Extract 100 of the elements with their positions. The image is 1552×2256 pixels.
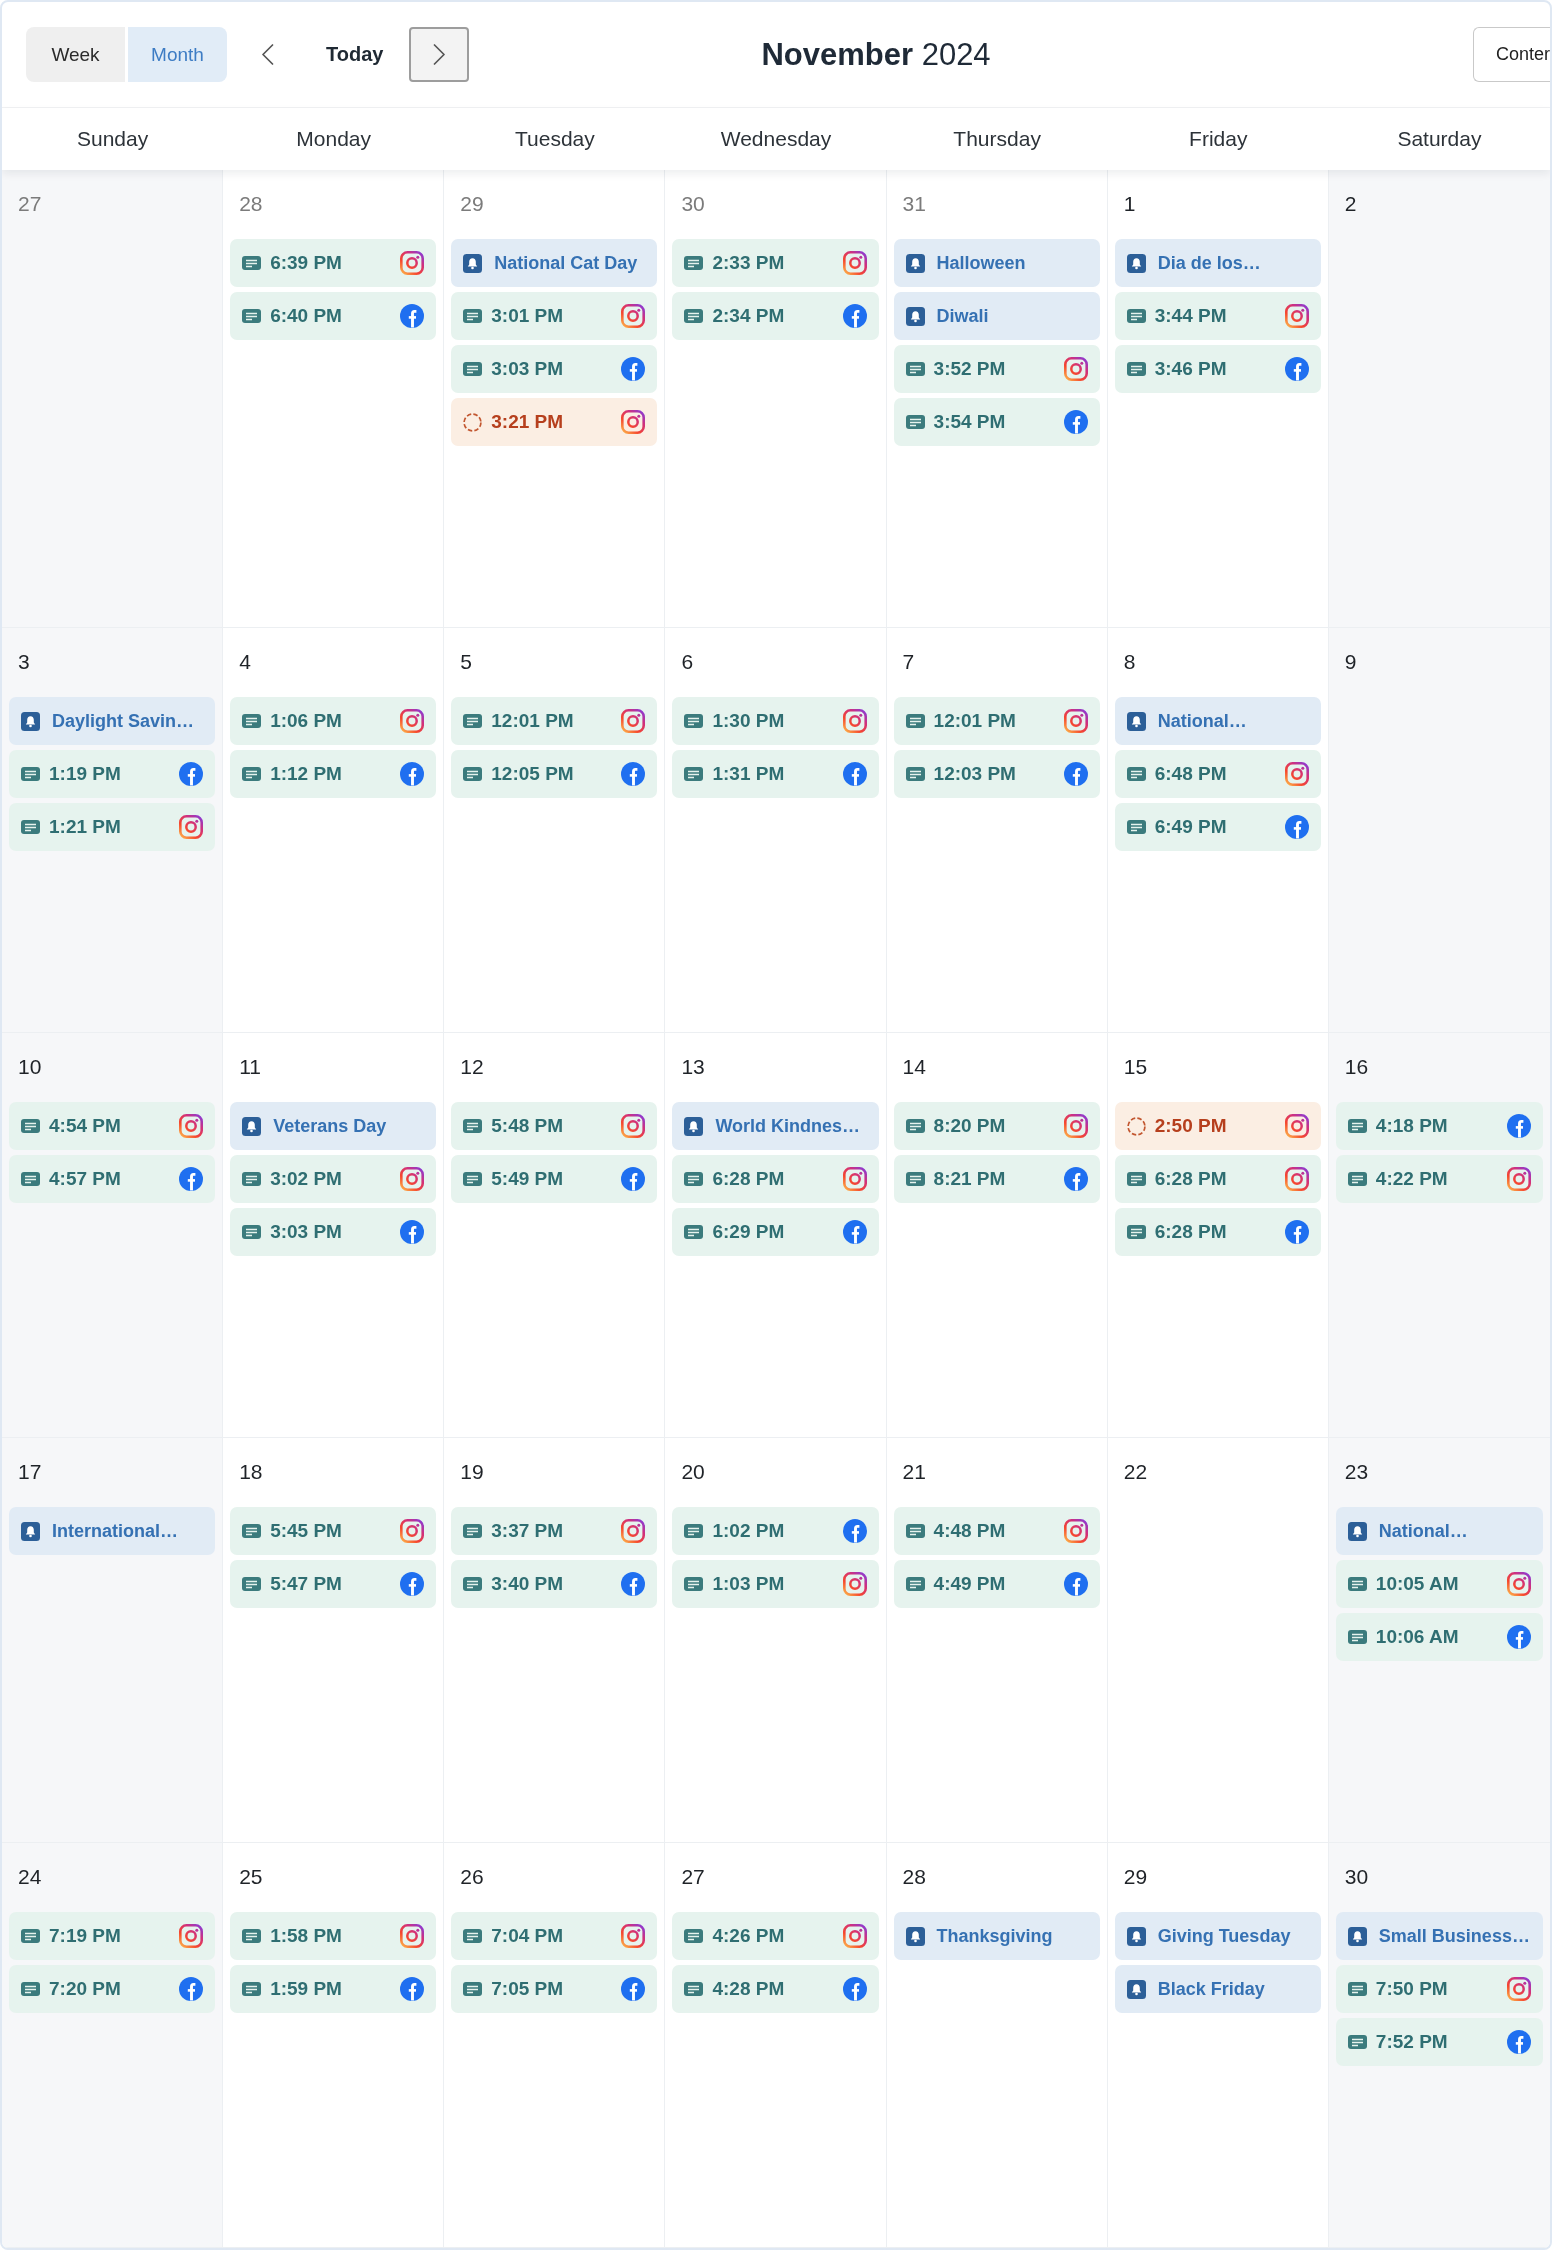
document-icon bbox=[242, 714, 262, 728]
instagram-icon bbox=[1507, 1572, 1531, 1596]
post-card[interactable]: 4:49 PM bbox=[893, 1560, 1100, 1608]
holiday-card[interactable]: International… bbox=[9, 1507, 216, 1555]
post-card[interactable]: 1:31 PM bbox=[672, 750, 879, 798]
toolbar-button[interactable]: Conter bbox=[1472, 27, 1550, 82]
post-card[interactable]: 3:54 PM bbox=[893, 398, 1100, 446]
post-card[interactable]: 2:34 PM bbox=[672, 292, 879, 340]
post-card[interactable]: 7:50 PM bbox=[1335, 1965, 1543, 2013]
post-card[interactable]: 1:58 PM bbox=[230, 1912, 437, 1960]
holiday-card[interactable]: Thanksgiving bbox=[893, 1912, 1100, 1960]
post-card[interactable]: 4:54 PM bbox=[9, 1102, 216, 1150]
today-button[interactable]: Today bbox=[306, 27, 404, 82]
post-card[interactable]: 3:40 PM bbox=[451, 1560, 658, 1608]
post-card[interactable]: 4:22 PM bbox=[1335, 1155, 1543, 1203]
holiday-card[interactable]: Dia de los… bbox=[1114, 239, 1321, 287]
post-card[interactable]: 1:06 PM bbox=[230, 697, 437, 745]
document-icon bbox=[905, 714, 925, 728]
holiday-card[interactable]: Black Friday bbox=[1114, 1965, 1321, 2013]
post-card[interactable]: 1:02 PM bbox=[672, 1507, 879, 1555]
facebook-icon bbox=[179, 1167, 204, 1191]
view-tab[interactable]: Month bbox=[128, 27, 227, 82]
holiday-card[interactable]: Small Business… bbox=[1335, 1912, 1543, 1960]
post-card[interactable]: 6:28 PM bbox=[1114, 1208, 1321, 1256]
post-card[interactable]: 4:57 PM bbox=[9, 1155, 216, 1203]
post-card[interactable]: 3:01 PM bbox=[451, 292, 658, 340]
post-card[interactable]: 12:01 PM bbox=[893, 697, 1100, 745]
bell-icon bbox=[905, 1926, 925, 1946]
post-card[interactable]: 12:03 PM bbox=[893, 750, 1100, 798]
next-button[interactable] bbox=[409, 27, 470, 82]
post-card[interactable]: 4:18 PM bbox=[1335, 1102, 1543, 1150]
document-icon bbox=[1126, 362, 1146, 376]
post-card[interactable]: 6:28 PM bbox=[672, 1155, 879, 1203]
post-card[interactable]: 1:21 PM bbox=[9, 803, 216, 851]
post-card[interactable]: 5:47 PM bbox=[230, 1560, 437, 1608]
facebook-icon bbox=[1507, 1114, 1531, 1138]
document-icon bbox=[463, 362, 483, 376]
post-card[interactable]: 3:03 PM bbox=[451, 345, 658, 393]
post-card[interactable]: 1:12 PM bbox=[230, 750, 437, 798]
bell-icon bbox=[21, 711, 40, 731]
holiday-card[interactable]: National Cat Day bbox=[451, 239, 658, 287]
holiday-card[interactable]: Diwali bbox=[893, 292, 1100, 340]
post-card[interactable]: 7:19 PM bbox=[9, 1912, 216, 1960]
post-card[interactable]: 6:49 PM bbox=[1114, 803, 1321, 851]
post-card[interactable]: 3:46 PM bbox=[1114, 345, 1321, 393]
post-card[interactable]: 3:02 PM bbox=[230, 1155, 437, 1203]
post-card[interactable]: 1:03 PM bbox=[672, 1560, 879, 1608]
post-card[interactable]: 4:48 PM bbox=[893, 1507, 1100, 1555]
instagram-icon bbox=[1063, 1519, 1088, 1543]
post-card[interactable]: 2:33 PM bbox=[672, 239, 879, 287]
post-card[interactable]: 10:05 AM bbox=[1335, 1560, 1543, 1608]
post-card[interactable]: 8:21 PM bbox=[893, 1155, 1100, 1203]
instagram-icon bbox=[842, 709, 867, 733]
holiday-card[interactable]: Giving Tuesday bbox=[1114, 1912, 1321, 1960]
document-icon bbox=[1347, 1172, 1367, 1186]
post-card[interactable]: 1:30 PM bbox=[672, 697, 879, 745]
holiday-card[interactable]: Halloween bbox=[893, 239, 1100, 287]
post-card[interactable]: 6:39 PM bbox=[230, 239, 437, 287]
post-card[interactable]: 3:03 PM bbox=[230, 1208, 437, 1256]
pending-post-card[interactable]: 3:21 PM bbox=[451, 398, 658, 446]
post-card[interactable]: 7:20 PM bbox=[9, 1965, 216, 2013]
holiday-card[interactable]: National… bbox=[1114, 697, 1321, 745]
document-icon bbox=[1126, 309, 1146, 323]
post-card[interactable]: 5:45 PM bbox=[230, 1507, 437, 1555]
post-card[interactable]: 7:05 PM bbox=[451, 1965, 658, 2013]
post-card[interactable]: 1:59 PM bbox=[230, 1965, 437, 2013]
post-card[interactable]: 4:28 PM bbox=[672, 1965, 879, 2013]
instagram-icon bbox=[400, 1519, 425, 1543]
date-number: 30 bbox=[681, 192, 705, 216]
post-card[interactable]: 6:29 PM bbox=[672, 1208, 879, 1256]
facebook-icon bbox=[842, 762, 867, 786]
holiday-card[interactable]: Daylight Savin… bbox=[9, 697, 216, 745]
post-card[interactable]: 12:05 PM bbox=[451, 750, 658, 798]
post-card[interactable]: 10:06 AM bbox=[1335, 1613, 1543, 1661]
holiday-card[interactable]: Veterans Day bbox=[230, 1102, 437, 1150]
date-number: 25 bbox=[239, 1865, 263, 1889]
post-card[interactable]: 6:40 PM bbox=[230, 292, 437, 340]
view-tab[interactable]: Week bbox=[26, 27, 125, 82]
holiday-card[interactable]: National… bbox=[1335, 1507, 1543, 1555]
post-card[interactable]: 4:26 PM bbox=[672, 1912, 879, 1960]
pending-post-card[interactable]: 2:50 PM bbox=[1114, 1102, 1321, 1150]
post-card[interactable]: 5:48 PM bbox=[451, 1102, 658, 1150]
post-card[interactable]: 1:19 PM bbox=[9, 750, 216, 798]
post-card[interactable]: 7:04 PM bbox=[451, 1912, 658, 1960]
post-card[interactable]: 6:28 PM bbox=[1114, 1155, 1321, 1203]
post-card[interactable]: 8:20 PM bbox=[893, 1102, 1100, 1150]
post-card[interactable]: 6:48 PM bbox=[1114, 750, 1321, 798]
date-number: 8 bbox=[1123, 650, 1136, 674]
document-icon bbox=[684, 1982, 704, 1996]
post-card[interactable]: 5:49 PM bbox=[451, 1155, 658, 1203]
document-icon bbox=[1347, 2035, 1367, 2049]
post-card[interactable]: 3:37 PM bbox=[451, 1507, 658, 1555]
post-card[interactable]: 3:52 PM bbox=[893, 345, 1100, 393]
post-card[interactable]: 12:01 PM bbox=[451, 697, 658, 745]
post-card[interactable]: 3:44 PM bbox=[1114, 292, 1321, 340]
instagram-icon bbox=[621, 1519, 646, 1543]
bell-icon bbox=[1126, 1926, 1146, 1946]
post-card[interactable]: 7:52 PM bbox=[1335, 2018, 1543, 2066]
facebook-icon bbox=[1284, 357, 1309, 381]
holiday-card[interactable]: World Kindnes… bbox=[672, 1102, 879, 1150]
